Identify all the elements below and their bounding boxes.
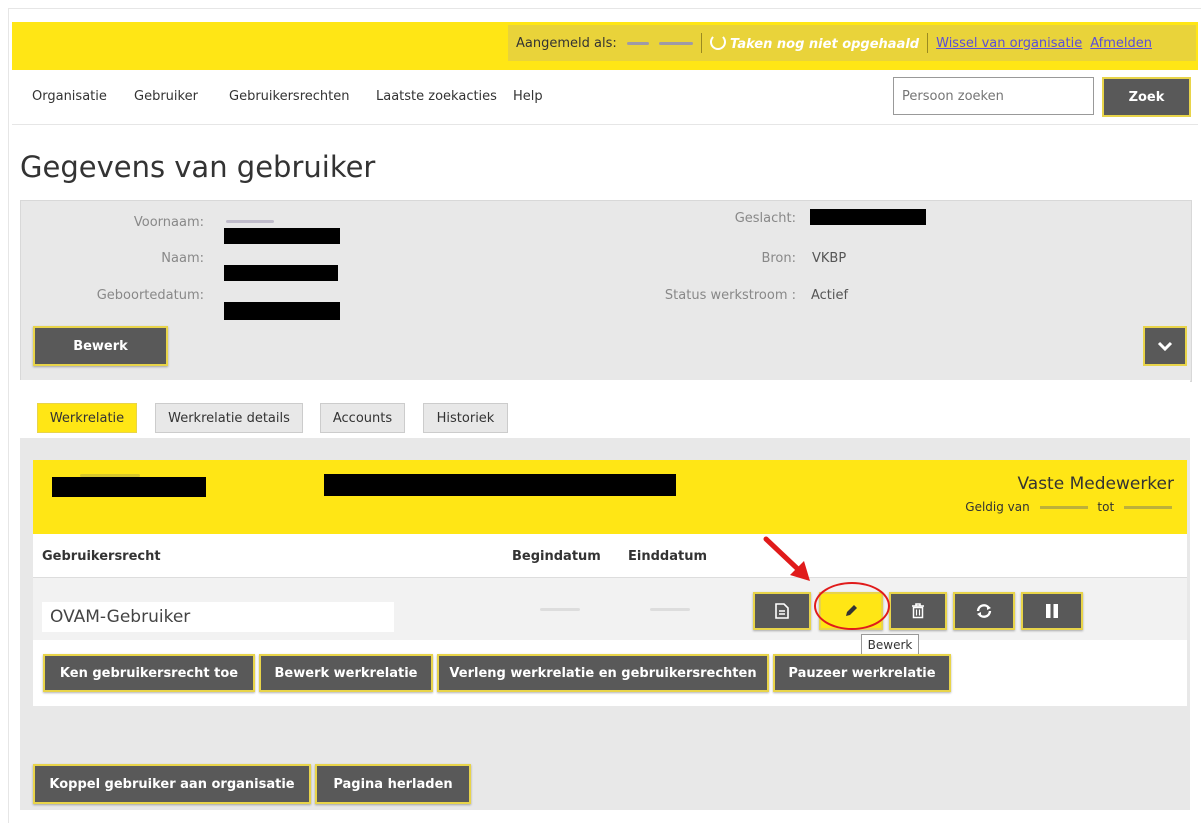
refresh-icon: [976, 604, 992, 618]
logged-in-info: Aangemeld als:: [508, 36, 701, 51]
tasks-status[interactable]: Taken nog niet opgehaald: [702, 34, 927, 52]
nav-item-laatste-zoekacties[interactable]: Laatste zoekacties: [376, 89, 497, 104]
column-header-start: Begindatum: [512, 549, 601, 564]
highlight-circle: [814, 582, 890, 630]
redacted-end-date: [650, 608, 690, 611]
work-relation-header: [33, 460, 1187, 534]
link-user-to-organisation-button[interactable]: Koppel gebruiker aan organisatie: [33, 764, 311, 804]
tab-werkrelatie-details[interactable]: Werkrelatie details: [155, 403, 303, 433]
valid-from-label: Geldig van: [965, 500, 1030, 514]
source-label: Bron:: [761, 251, 796, 266]
pause-relation-button[interactable]: Pauzeer werkrelatie: [773, 654, 951, 692]
pause-icon: [1046, 604, 1058, 618]
tasks-status-text: Taken nog niet opgehaald: [730, 37, 920, 52]
validity-period: Geldig van tot: [965, 500, 1172, 514]
refresh-icon: [710, 34, 727, 50]
redacted-start-date: [540, 608, 580, 611]
redacted-date: [1039, 506, 1088, 509]
extend-relation-button[interactable]: Verleng werkrelatie en gebruikersrechten: [437, 654, 769, 692]
redacted-organisation: [52, 477, 206, 497]
user-bar: Aangemeld als: Taken nog niet opgehaald …: [508, 25, 1196, 61]
edit-user-button[interactable]: Bewerk: [33, 326, 168, 366]
redacted-username: [626, 41, 649, 45]
tab-historiek[interactable]: Historiek: [423, 403, 508, 433]
workflow-status-label: Status werkstroom :: [664, 288, 796, 303]
valid-to-label: tot: [1097, 500, 1115, 514]
redacted-first-name: [224, 228, 340, 244]
relation-type: Vaste Medewerker: [1017, 474, 1174, 494]
nav-item-gebruiker[interactable]: Gebruiker: [134, 89, 198, 104]
edit-relation-button[interactable]: Bewerk werkrelatie: [259, 654, 433, 692]
renew-right-button[interactable]: [953, 592, 1015, 630]
first-name-label: Voornaam:: [133, 215, 204, 230]
redacted-gender: [810, 209, 926, 225]
search-button[interactable]: Zoek: [1102, 77, 1191, 117]
page-title: Gegevens van gebruiker: [20, 150, 376, 184]
redacted-date: [1124, 506, 1172, 509]
redacted-organisation-name: [324, 474, 676, 496]
redacted-birthdate: [224, 302, 340, 320]
nav-item-organisatie[interactable]: Organisatie: [32, 89, 107, 104]
redacted-first-name: [226, 220, 274, 223]
pause-right-button[interactable]: [1021, 592, 1083, 630]
edit-tooltip: Bewerk: [861, 634, 919, 656]
expand-details-button[interactable]: [1143, 326, 1187, 366]
user-right-name: OVAM-Gebruiker: [42, 602, 394, 632]
column-header-end: Einddatum: [628, 549, 707, 564]
logged-in-label: Aangemeld als:: [516, 35, 617, 51]
tab-accounts[interactable]: Accounts: [320, 403, 405, 433]
logout-link[interactable]: Afmelden: [1090, 36, 1152, 51]
redacted-username: [659, 41, 694, 45]
birthdate-label: Geboortedatum:: [96, 288, 204, 303]
chevron-down-icon: [1157, 341, 1173, 351]
last-name-label: Naam:: [161, 251, 204, 266]
delete-right-button[interactable]: [889, 592, 947, 630]
nav-item-gebruikersrechten[interactable]: Gebruikersrechten: [229, 89, 349, 104]
reload-page-button[interactable]: Pagina herladen: [315, 764, 471, 804]
nav-item-help[interactable]: Help: [513, 89, 543, 104]
assign-right-button[interactable]: Ken gebruikersrecht toe: [43, 654, 255, 692]
details-action-button[interactable]: [753, 592, 811, 630]
document-icon: [775, 603, 789, 619]
red-arrow-icon: [763, 536, 810, 581]
switch-organisation-link[interactable]: Wissel van organisatie: [936, 36, 1082, 51]
workflow-status-value: Actief: [811, 288, 849, 303]
redacted-last-name: [224, 265, 338, 281]
trash-icon: [912, 603, 924, 619]
tab-werkrelatie[interactable]: Werkrelatie: [37, 403, 137, 433]
source-value: VKBP: [812, 251, 847, 266]
gender-label: Geslacht:: [734, 211, 796, 226]
person-search-input[interactable]: [893, 77, 1094, 115]
column-header-right: Gebruikersrecht: [42, 549, 161, 564]
